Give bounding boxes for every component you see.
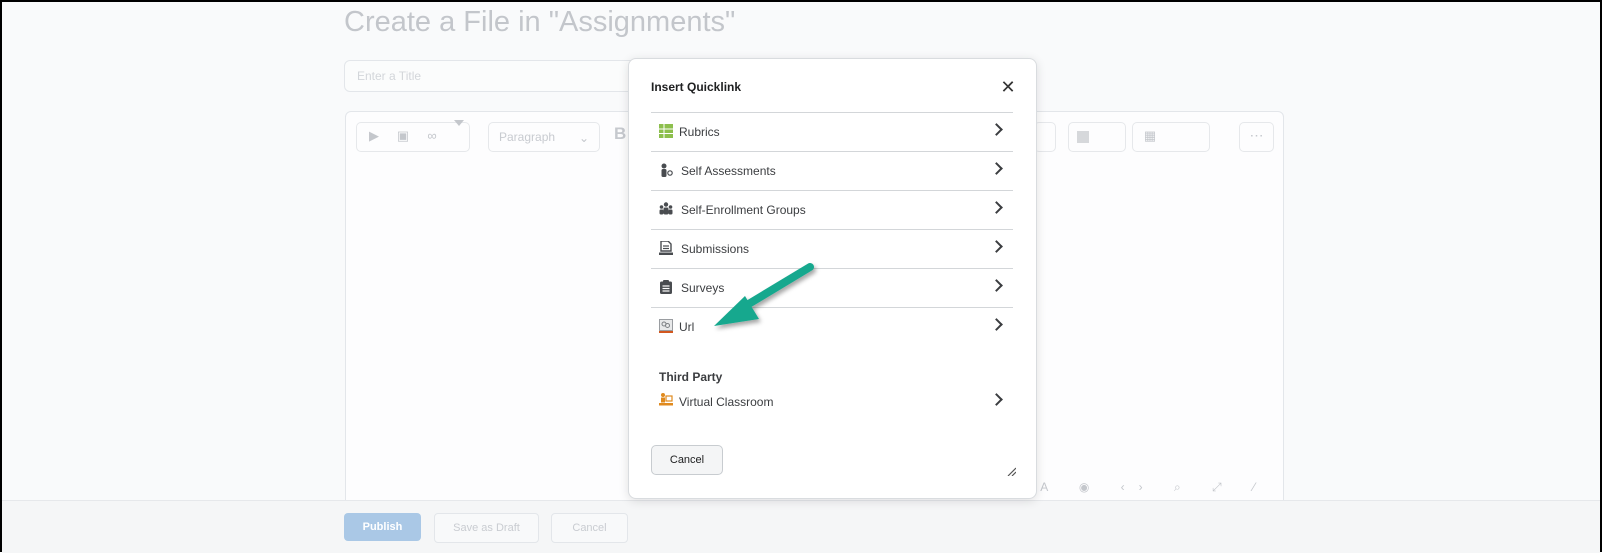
color-swatch-icon xyxy=(1077,131,1089,143)
list-item-label: Virtual Classroom xyxy=(679,395,774,409)
ellipsis-icon: ⋯ xyxy=(1249,127,1264,143)
rubrics-icon xyxy=(659,124,673,138)
list-item-label: Rubrics xyxy=(679,125,720,139)
list-item-label: Url xyxy=(679,320,695,334)
footer-bar xyxy=(2,500,1600,553)
list-item-label: Surveys xyxy=(681,281,725,295)
list-item-label: Self-Enrollment Groups xyxy=(681,203,806,217)
resize-grip-icon[interactable] xyxy=(1006,466,1016,476)
paragraph-format-select[interactable]: Paragraph ⌄ xyxy=(488,122,600,152)
insert-toolbar-group: ▶ ▣ ∞ xyxy=(356,122,470,152)
quicklink-list: Rubrics Self Assessments Self-Enrollment… xyxy=(651,112,1013,346)
list-item-label: Submissions xyxy=(681,242,750,256)
virtual-classroom-icon xyxy=(659,393,673,406)
save-draft-button[interactable]: Save as Draft xyxy=(434,513,539,543)
paragraph-format-label: Paragraph xyxy=(499,130,556,144)
list-item-virtual-classroom[interactable]: Virtual Classroom xyxy=(651,381,1013,419)
list-item-self-assessments[interactable]: Self Assessments xyxy=(651,151,1013,190)
submissions-icon xyxy=(659,241,673,255)
chevron-right-icon xyxy=(990,240,1003,253)
chevron-right-icon xyxy=(990,393,1003,406)
chevron-right-icon xyxy=(990,279,1003,292)
list-item-surveys[interactable]: Surveys xyxy=(651,268,1013,307)
cancel-button[interactable]: Cancel xyxy=(651,445,723,475)
list-item-label: Self Assessments xyxy=(681,164,776,178)
title-placeholder: Enter a Title xyxy=(357,69,422,83)
table-button[interactable]: ▦ xyxy=(1132,122,1210,152)
list-item-self-enrollment-groups[interactable]: Self-Enrollment Groups xyxy=(651,190,1013,229)
editor-status-icons: A ◉ ‹› ⌕ ⤢ ⁄ xyxy=(1040,480,1269,494)
chevron-down-icon: ⌄ xyxy=(578,131,589,145)
chevron-right-icon xyxy=(990,162,1003,175)
publish-button[interactable]: Publish xyxy=(344,513,421,541)
surveys-icon xyxy=(660,280,672,294)
format-dropdown-button[interactable] xyxy=(1034,122,1056,152)
insert-video-icon[interactable]: ▶ xyxy=(367,129,381,142)
footer-cancel-button[interactable]: Cancel xyxy=(551,513,628,543)
more-actions-button[interactable]: ⋯ xyxy=(1239,122,1274,152)
bold-icon[interactable]: B xyxy=(614,124,626,144)
insert-quicklink-dialog: Insert Quicklink ✕ Rubrics Self Assessme… xyxy=(628,58,1037,499)
insert-link-icon[interactable]: ∞ xyxy=(425,129,439,142)
list-item-rubrics[interactable]: Rubrics xyxy=(651,112,1013,151)
list-item-url[interactable]: Url xyxy=(651,307,1013,346)
dialog-title: Insert Quicklink xyxy=(651,80,742,94)
chevron-right-icon xyxy=(990,201,1003,214)
page-title: Create a File in "Assignments" xyxy=(344,6,736,38)
title-input[interactable]: Enter a Title xyxy=(344,60,636,92)
chevron-right-icon xyxy=(990,318,1003,331)
table-icon: ▦ xyxy=(1143,128,1157,143)
self-assessment-icon xyxy=(661,163,673,177)
url-icon xyxy=(659,319,673,333)
insert-more-dropdown-icon[interactable] xyxy=(454,120,464,126)
close-icon[interactable]: ✕ xyxy=(1000,78,1016,96)
color-picker-button[interactable] xyxy=(1068,122,1126,152)
chevron-right-icon xyxy=(990,123,1003,136)
list-item-submissions[interactable]: Submissions xyxy=(651,229,1013,268)
groups-icon xyxy=(659,202,673,215)
insert-image-icon[interactable]: ▣ xyxy=(396,129,410,142)
